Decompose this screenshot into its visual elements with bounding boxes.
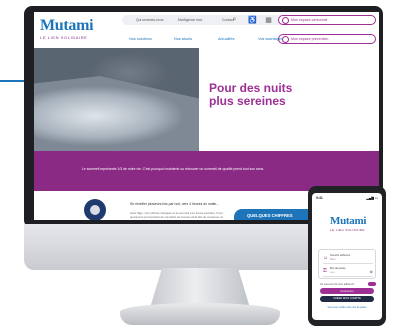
create-account-button[interactable]: CRÉER MON COMPTE <box>320 296 374 302</box>
clock-icon <box>90 205 100 215</box>
phone-time: 9:41 <box>316 196 323 200</box>
username-field[interactable]: ☺ Numéro adhérent Nom <box>323 253 373 264</box>
eye-icon[interactable]: ◉ <box>370 269 374 274</box>
monitor-stand-neck <box>150 268 250 308</box>
nav-actualites[interactable]: Actualités <box>218 37 234 41</box>
phone-brand-logo: Mutami LE LIEN SOLIDAIRE <box>330 215 370 233</box>
forgot-password-link[interactable]: Vous avez oublié votre mot de passe <box>318 306 376 309</box>
search-icon[interactable]: ⌕ <box>230 15 239 24</box>
accessibility-icon[interactable]: ♿ <box>248 15 257 24</box>
remember-label: Se souvenir de mon adhérent <box>320 283 355 286</box>
clock-illustration <box>84 199 106 220</box>
nav-solutions[interactable]: Nos solutions <box>129 37 152 41</box>
personal-space-button[interactable]: Mon espace personnel <box>278 15 376 25</box>
marketing-composition: Mutami LE LIEN SOLIDAIRE Qui sommes-nous… <box>0 0 398 331</box>
phone-screen: 9:41 ▂▄▆ ▭ Mutami LE LIEN SOLIDAIRE ☺ Nu… <box>312 193 382 320</box>
calendar-icon[interactable]: ▦ <box>264 15 273 24</box>
figures-label: QUELQUES CHIFFRES <box>247 213 293 218</box>
nav-atouts[interactable]: Nos atouts <box>174 37 192 41</box>
phone-brand-tagline: LE LIEN SOLIDAIRE <box>330 228 365 232</box>
password-field[interactable]: ⚿ Mot de passe ••••• ◉ <box>323 266 373 277</box>
nav-avantages[interactable]: Vos avantages <box>258 37 283 41</box>
login-card: ☺ Numéro adhérent Nom ⚿ Mot de passe •••… <box>318 249 376 279</box>
username-value: Nom <box>330 258 336 261</box>
prevention-space-button[interactable]: Mon espace prévention <box>278 34 376 44</box>
brand-tagline: LE LIEN SOLIDAIRE <box>40 35 88 40</box>
shield-icon <box>282 36 289 43</box>
info-body: Avec l'âge, nos rythmes changent et le s… <box>130 211 224 220</box>
intro-band <box>34 151 379 191</box>
signal-icon: ▂▄▆ ▭ <box>366 196 378 200</box>
brand-name: Mutami <box>40 17 94 34</box>
hero-title: Pour des nuits plus sereines <box>209 81 293 108</box>
user-icon: ☺ <box>323 255 329 261</box>
key-icon: ⚿ <box>323 268 327 274</box>
password-label: Mot de passe <box>330 267 346 270</box>
login-button[interactable]: Connexion <box>320 288 374 294</box>
topbar-link-about[interactable]: Qui sommes-nous <box>136 15 164 25</box>
personal-space-label: Mon espace personnel <box>291 18 328 22</box>
phone-brand-name: Mutami <box>330 215 367 227</box>
topbar-link-agency[interactable]: Ma/Agence mut. <box>178 15 203 25</box>
site-header: Mutami LE LIEN SOLIDAIRE Qui sommes-nous… <box>34 12 379 48</box>
prevention-space-label: Mon espace prévention <box>291 37 329 41</box>
info-title: Se réveiller plusieurs fois par nuit, ve… <box>130 202 220 206</box>
password-value: ••••• <box>330 271 335 274</box>
intro-band-text: Le sommeil représente 1/3 de notre vie. … <box>82 167 265 171</box>
username-label: Numéro adhérent <box>330 254 351 257</box>
remember-toggle[interactable] <box>368 282 376 286</box>
brand-logo[interactable]: Mutami LE LIEN SOLIDAIRE <box>40 17 94 41</box>
monitor-stand-base <box>120 303 280 325</box>
user-icon <box>282 17 289 24</box>
